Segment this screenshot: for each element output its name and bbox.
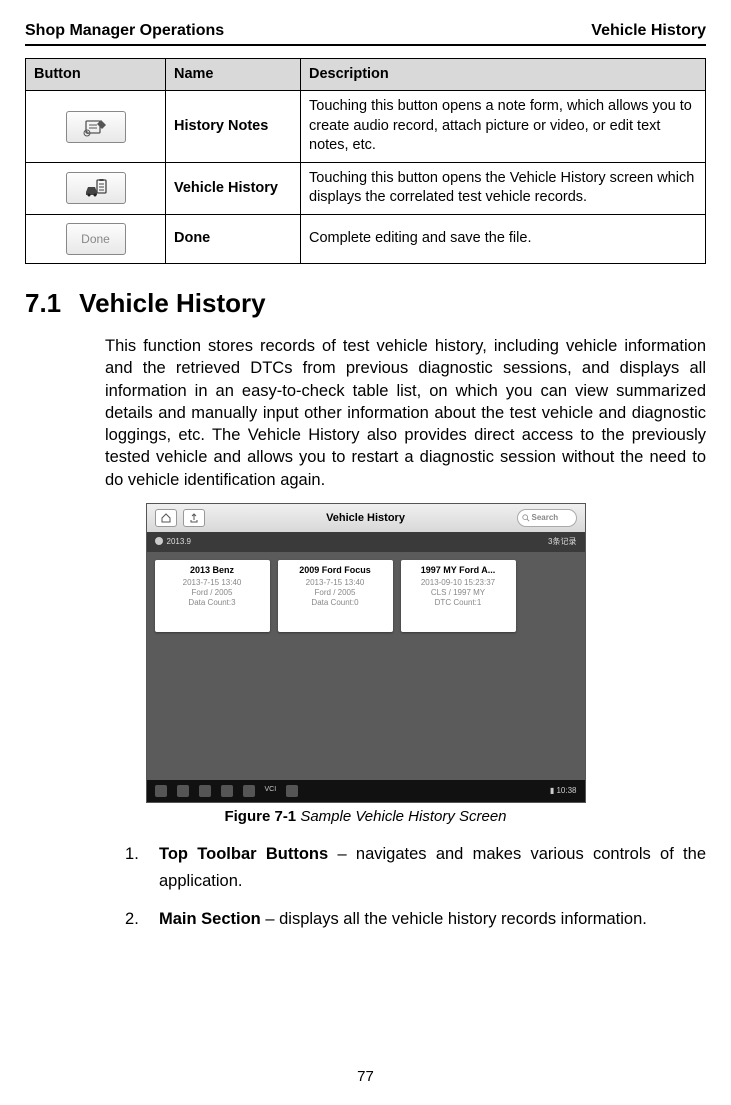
button-cell [26,91,166,163]
desc-cell: Touching this button opens a note form, … [301,91,706,163]
table-row: Vehicle History Touching this button ope… [26,162,706,214]
nav-back-icon[interactable] [155,785,167,797]
page-number: 77 [0,1067,731,1087]
history-card[interactable]: 2009 Ford Focus 2013-7-15 13:40 Ford / 2… [278,560,393,632]
history-card[interactable]: 2013 Benz 2013-7-15 13:40 Ford / 2005 Da… [155,560,270,632]
home-icon[interactable] [155,509,177,527]
chevron-down-icon[interactable] [155,537,163,545]
figure-title: Sample Vehicle History Screen [296,808,506,825]
card-line: Ford / 2005 [283,588,388,598]
nav-app-icon[interactable] [243,785,255,797]
sub-right: 3条记录 [548,537,576,548]
desc-cell: Touching this button opens the Vehicle H… [301,162,706,214]
header-right: Vehicle History [591,20,706,42]
card-title: 2009 Ford Focus [283,564,388,576]
list-item: Main Section – displays all the vehicle … [125,906,706,932]
figure-caption: Figure 7-1 Sample Vehicle History Screen [25,807,706,827]
vehicle-history-icon [66,172,126,204]
figure-number: Figure 7-1 [224,808,296,825]
list-item: Top Toolbar Buttons – navigates and make… [125,841,706,894]
section-title: Vehicle History [79,288,265,318]
card-line: CLS / 1997 MY [406,588,511,598]
card-line: 2013-7-15 13:40 [160,578,265,588]
vci-label: VCI [265,785,277,797]
nav-home-icon[interactable] [177,785,189,797]
th-description: Description [301,58,706,91]
nav-app-icon[interactable] [286,785,298,797]
card-title: 2013 Benz [160,564,265,576]
share-icon[interactable] [183,509,205,527]
screenshot-titlebar: Vehicle History Search [147,504,585,532]
card-row: 2013 Benz 2013-7-15 13:40 Ford / 2005 Da… [147,552,585,640]
name-cell: History Notes [166,91,301,163]
figure: Vehicle History Search 2013.9 3条记录 2013 … [25,503,706,803]
history-notes-icon [66,111,126,143]
page-header: Shop Manager Operations Vehicle History [25,20,706,46]
button-cell [26,162,166,214]
button-cell: Done [26,214,166,263]
list-bold: Top Toolbar Buttons [159,845,328,863]
search-placeholder: Search [532,513,559,524]
screenshot-subbar: 2013.9 3条记录 [147,532,585,552]
table-row: Done Done Complete editing and save the … [26,214,706,263]
done-button-icon: Done [66,223,126,255]
th-button: Button [26,58,166,91]
section-heading: 7.1 Vehicle History [25,286,706,321]
name-cell: Vehicle History [166,162,301,214]
header-left: Shop Manager Operations [25,20,224,42]
desc-cell: Complete editing and save the file. [301,214,706,263]
nav-recent-icon[interactable] [199,785,211,797]
screenshot-vehicle-history: Vehicle History Search 2013.9 3条记录 2013 … [146,503,586,803]
card-line: Data Count:0 [283,598,388,608]
screenshot-title: Vehicle History [326,511,405,526]
section-number: 7.1 [25,288,61,318]
nav-app-icon[interactable] [221,785,233,797]
name-cell: Done [166,214,301,263]
card-line: DTC Count:1 [406,598,511,608]
button-reference-table: Button Name Description History Notes To… [25,58,706,264]
card-line: 2013-09-10 15:23:37 [406,578,511,588]
list-rest: – displays all the vehicle history recor… [261,910,647,928]
search-icon [522,514,530,522]
numbered-list: Top Toolbar Buttons – navigates and make… [125,841,706,932]
card-title: 1997 MY Ford A... [406,564,511,576]
screenshot-bottombar: VCI ▮ 10:38 [147,780,585,802]
clock-time: ▮ 10:38 [550,786,577,797]
search-input[interactable]: Search [517,509,577,527]
sub-left: 2013.9 [155,537,191,548]
card-line: Data Count:3 [160,598,265,608]
section-body: This function stores records of test veh… [105,335,706,491]
table-row: History Notes Touching this button opens… [26,91,706,163]
history-card[interactable]: 1997 MY Ford A... 2013-09-10 15:23:37 CL… [401,560,516,632]
card-line: Ford / 2005 [160,588,265,598]
card-line: 2013-7-15 13:40 [283,578,388,588]
done-label: Done [81,231,110,247]
th-name: Name [166,58,301,91]
list-bold: Main Section [159,910,261,928]
